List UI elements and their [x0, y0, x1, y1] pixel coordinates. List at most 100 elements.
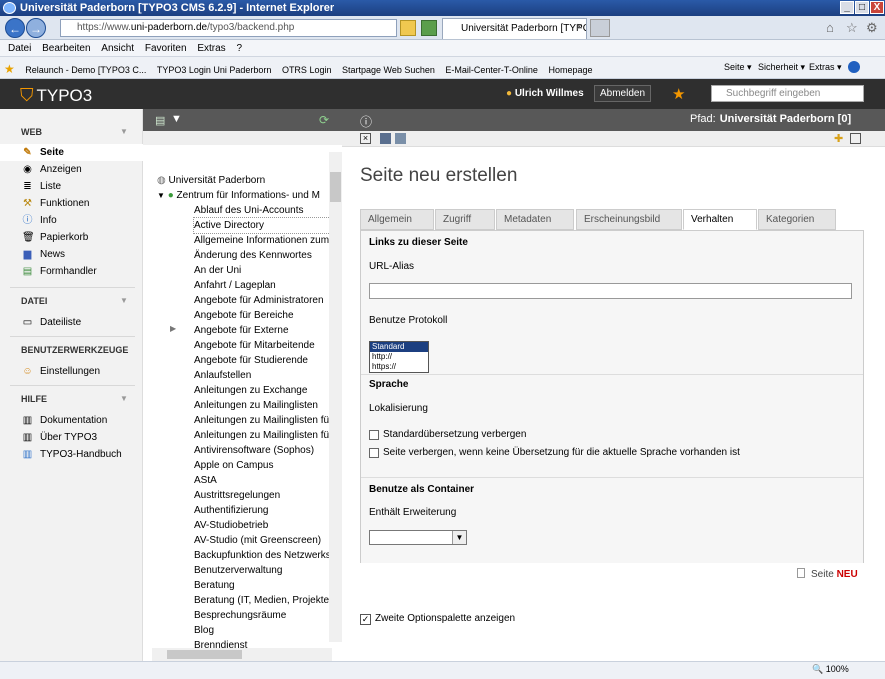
forward-button[interactable]: →: [26, 18, 46, 38]
tab-kategorien[interactable]: Kategorien: [758, 209, 836, 230]
collapse-icon[interactable]: ▼: [120, 127, 128, 136]
favorites-star-icon[interactable]: ★: [0, 57, 19, 76]
tree-page[interactable]: Anfahrt / Lageplan: [194, 278, 334, 293]
tree-page[interactable]: AStA: [194, 473, 334, 488]
new-page-link[interactable]: Seite NEU: [797, 568, 858, 580]
module-dokumentation[interactable]: ▥ Dokumentation: [0, 412, 143, 429]
tree-page[interactable]: Angebote für Mitarbeitende: [194, 338, 334, 353]
module-ueber-typo3[interactable]: ▥ Über TYPO3: [0, 429, 143, 446]
protocol-option[interactable]: http://: [370, 352, 428, 362]
filter-icon[interactable]: ▼: [171, 113, 182, 125]
lock-icon[interactable]: [400, 20, 416, 36]
maximize-button[interactable]: □: [855, 1, 869, 14]
module-anzeigen[interactable]: ◉ Anzeigen: [0, 161, 143, 178]
tree-root[interactable]: ◍ Universität Paderborn: [157, 175, 265, 186]
tree-page[interactable]: Beratung: [194, 578, 334, 593]
tab-erscheinungsbild[interactable]: Erscheinungsbild: [576, 209, 682, 230]
refresh-tree-icon[interactable]: ⟳: [319, 113, 329, 127]
section-tools-title[interactable]: BENUTZERWERKZEUGE: [21, 345, 128, 355]
tree-page[interactable]: Active Directory: [193, 217, 335, 234]
add-shortcut-icon[interactable]: ✚: [834, 132, 843, 145]
menu-favoriten[interactable]: Favoriten: [137, 40, 187, 54]
hide-page-no-translation-checkbox[interactable]: [369, 448, 379, 458]
tree-page[interactable]: Besprechungsräume: [194, 608, 334, 623]
expand-icon[interactable]: ▶: [170, 324, 176, 333]
zoom-level[interactable]: 🔍 100%: [812, 664, 849, 675]
favorite-link[interactable]: Homepage: [544, 60, 596, 75]
tree-page[interactable]: AV-Studio (mit Greenscreen): [194, 533, 334, 548]
url-alias-input[interactable]: [369, 283, 852, 299]
tree-page[interactable]: Angebote für Bereiche: [194, 308, 334, 323]
tree-page[interactable]: Angebote für Externe: [194, 323, 334, 338]
favorite-link[interactable]: OTRS Login: [278, 60, 336, 75]
hide-default-translation-checkbox[interactable]: [369, 430, 379, 440]
expand-icon[interactable]: ▼: [157, 191, 165, 200]
home-icon[interactable]: ⌂: [826, 20, 834, 35]
menu-extras[interactable]: Extras: [189, 40, 225, 54]
module-liste[interactable]: ≣ Liste: [0, 178, 143, 195]
favorite-link[interactable]: E-Mail-Center-T-Online: [441, 60, 542, 75]
second-palette-checkbox[interactable]: ✓: [360, 614, 371, 625]
section-datei-title[interactable]: DATEI: [21, 296, 47, 306]
tree-page[interactable]: Authentifizierung: [194, 503, 334, 518]
tree-page[interactable]: Allgemeine Informationen zum: [194, 233, 334, 248]
tab-allgemein[interactable]: Allgemein: [360, 209, 434, 230]
minimize-button[interactable]: _: [840, 1, 854, 14]
protocol-select[interactable]: Standard http:// https://: [369, 341, 429, 373]
ie-seite-menu[interactable]: Seite ▾: [724, 62, 752, 73]
ie-extras-menu[interactable]: Extras ▾: [809, 62, 842, 73]
back-button[interactable]: ←: [5, 18, 25, 38]
module-funktionen[interactable]: ⚒ Funktionen: [0, 195, 143, 212]
new-page-icon[interactable]: ▤: [155, 114, 165, 127]
close-window-button[interactable]: X: [870, 1, 884, 14]
module-papierkorb[interactable]: 🗑 Papierkorb: [0, 229, 143, 246]
section-hilfe-title[interactable]: HILFE: [21, 394, 47, 404]
module-dateiliste[interactable]: ▭ Dateiliste: [0, 314, 143, 331]
menu-datei[interactable]: Datei: [0, 40, 31, 54]
ie-sicherheit-menu[interactable]: Sicherheit ▾: [758, 62, 805, 73]
search-input[interactable]: Suchbegriff eingeben: [711, 85, 864, 102]
protocol-option[interactable]: https://: [370, 362, 428, 372]
section-web-title[interactable]: WEB: [21, 127, 42, 137]
tree-page[interactable]: Anleitungen zu Mailinglisten fü: [194, 413, 334, 428]
tree-node-zim[interactable]: ▼ ● Zentrum für Informations- und M: [157, 190, 320, 201]
tree-horizontal-scrollbar[interactable]: [152, 648, 332, 661]
module-einstellungen[interactable]: ☺ Einstellungen: [0, 363, 143, 380]
tree-page[interactable]: Anleitungen zu Exchange: [194, 383, 334, 398]
tab-close-icon[interactable]: ×: [576, 21, 582, 33]
tree-page[interactable]: Änderung des Kennwortes: [194, 248, 334, 263]
settings-icon[interactable]: ⚙: [866, 20, 878, 36]
collapse-icon[interactable]: ▼: [120, 394, 128, 403]
chevron-down-icon[interactable]: ▼: [452, 531, 466, 544]
tree-page[interactable]: Beratung (IT, Medien, Projekte: [194, 593, 334, 608]
scroll-thumb[interactable]: [330, 172, 341, 202]
tree-page[interactable]: Apple on Campus: [194, 458, 334, 473]
tab-zugriff[interactable]: Zugriff: [435, 209, 495, 230]
extension-select[interactable]: ▼: [369, 530, 467, 545]
module-formhandler[interactable]: ▤ Formhandler: [0, 263, 143, 280]
logout-button[interactable]: Abmelden: [594, 85, 652, 102]
tree-page[interactable]: An der Uni: [194, 263, 334, 278]
bookmark-icon[interactable]: ★: [672, 85, 685, 103]
module-info[interactable]: ⓘ Info: [0, 212, 143, 229]
tree-page[interactable]: Ablauf des Uni-Accounts: [194, 203, 334, 218]
typo3-logo[interactable]: ⛉ TYPO3: [20, 85, 92, 106]
favorite-link[interactable]: TYPO3 Login Uni Paderborn: [153, 60, 276, 75]
tree-page[interactable]: Anleitungen zu Mailinglisten fü: [194, 428, 334, 443]
tree-page[interactable]: Benutzerverwaltung: [194, 563, 334, 578]
new-tab-button[interactable]: [590, 19, 610, 37]
favorite-link[interactable]: Relaunch - Demo [TYPO3 C...: [21, 60, 150, 75]
save-icon[interactable]: [380, 133, 391, 144]
tree-vertical-scrollbar[interactable]: [329, 152, 342, 642]
tree-page[interactable]: Angebote für Administratoren: [194, 293, 334, 308]
tree-page[interactable]: Antivirensoftware (Sophos): [194, 443, 334, 458]
module-seite[interactable]: ✎ Seite: [0, 144, 143, 161]
favorite-link[interactable]: Startpage Web Suchen: [338, 60, 439, 75]
info-icon[interactable]: ⓘ: [360, 113, 372, 130]
tree-page[interactable]: Angebote für Studierende: [194, 353, 334, 368]
module-news[interactable]: ▆ News: [0, 246, 143, 263]
path-value[interactable]: Universität Paderborn [0]: [720, 113, 851, 125]
browser-tab[interactable]: Universität Paderborn [TYPO...: [442, 18, 587, 39]
tab-verhalten[interactable]: Verhalten: [683, 209, 757, 230]
tree-page[interactable]: AV-Studiobetrieb: [194, 518, 334, 533]
